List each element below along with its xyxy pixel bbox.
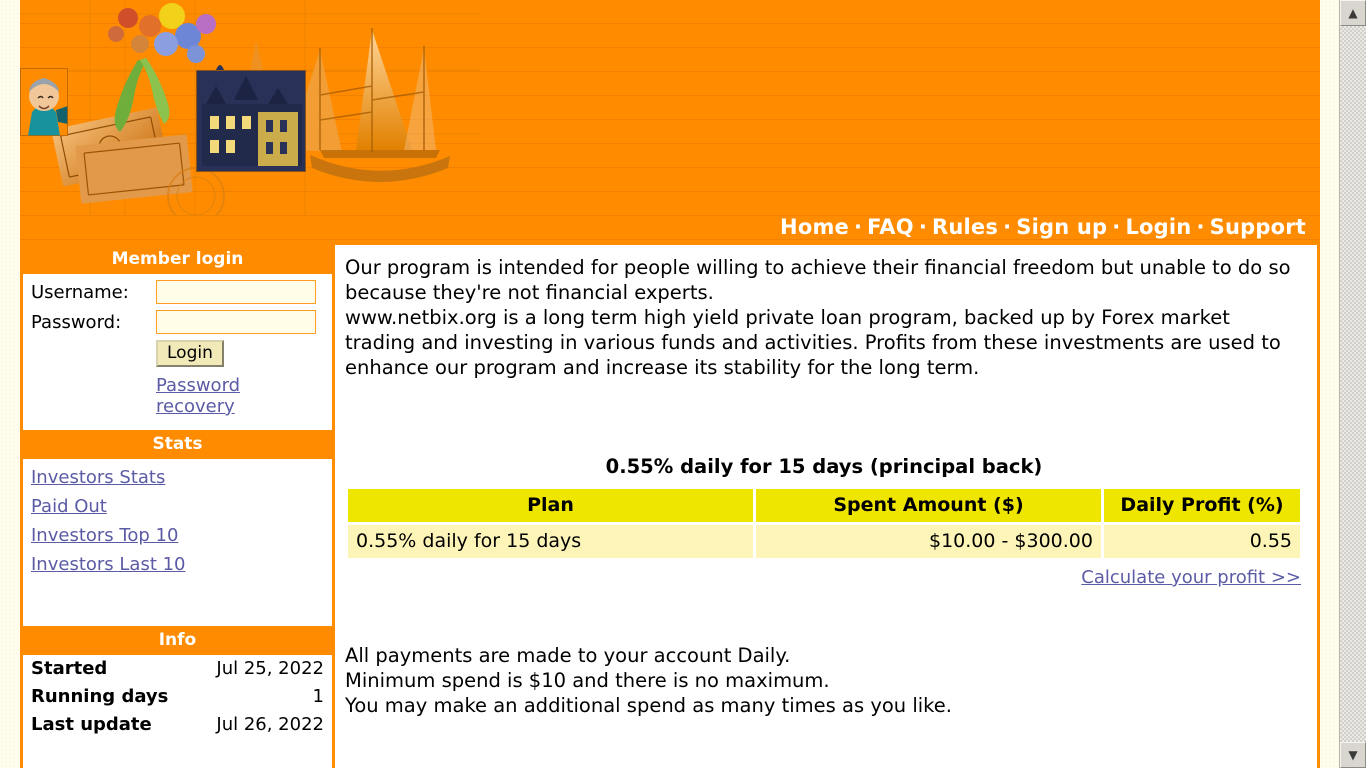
password-label: Password: <box>31 311 122 333</box>
sidebar-item-investors-top-10[interactable]: Investors Top 10 <box>31 525 324 546</box>
stats-panel: Stats Investors Stats Paid Out Investors… <box>23 427 332 623</box>
info-row: Last update Jul 26, 2022 <box>23 711 332 739</box>
info-label-running-days: Running days <box>31 686 169 707</box>
column-header-plan: Plan <box>348 489 753 522</box>
chevron-up-icon: ▲ <box>1348 6 1358 20</box>
nav-item-support[interactable]: Support <box>1210 215 1306 239</box>
member-login-panel: Member login Username: Password: Login P <box>23 245 332 427</box>
scroll-up-button[interactable]: ▲ <box>1340 0 1366 26</box>
info-label-last-update: Last update <box>31 714 152 735</box>
column-header-daily-profit: Daily Profit (%) <box>1104 489 1300 522</box>
calculate-profit-row: Calculate your profit >> <box>345 567 1303 588</box>
password-recovery-row: Password recovery <box>31 375 324 417</box>
info-value-started: Jul 25, 2022 <box>216 658 324 679</box>
plan-heading: 0.55% daily for 15 days (principal back) <box>605 455 1043 478</box>
scroll-down-button[interactable]: ▼ <box>1340 742 1366 768</box>
info-row: Running days 1 <box>23 683 332 711</box>
table-header-row: Plan Spent Amount ($) Daily Profit (%) <box>348 489 1300 522</box>
nav-item-rules[interactable]: Rules <box>932 215 998 239</box>
nav-separator: · <box>918 215 927 239</box>
login-button[interactable]: Login <box>156 340 224 367</box>
username-label: Username: <box>31 281 129 303</box>
member-login-body: Username: Password: Login Password recov… <box>23 274 332 427</box>
investment-plans-table: Plan Spent Amount ($) Daily Profit (%) 0… <box>345 486 1303 561</box>
nav-item-faq[interactable]: FAQ <box>867 215 914 239</box>
info-value-last-update: Jul 26, 2022 <box>216 714 324 735</box>
login-button-row: Login <box>31 340 324 367</box>
password-row: Password: <box>31 310 324 334</box>
site-container: Home · FAQ · Rules · Sign up · Login · Support Mem… <box>20 0 1320 768</box>
header-banner: Home · FAQ · Rules · Sign up · Login · Support <box>20 0 1320 245</box>
stats-body: Investors Stats Paid Out Investors Top 1… <box>23 459 332 623</box>
info-label-started: Started <box>31 658 108 679</box>
info-body: Started Jul 25, 2022 Running days 1 Last… <box>23 655 332 739</box>
nav-item-sign-up[interactable]: Sign up <box>1016 215 1107 239</box>
info-value-running-days: 1 <box>312 686 324 707</box>
cell-spent-amount: $10.00 - $300.00 <box>756 525 1101 558</box>
sidebar-item-paid-out[interactable]: Paid Out <box>31 496 324 517</box>
calculate-profit-link[interactable]: Calculate your profit >> <box>1081 567 1301 588</box>
nav-separator: · <box>853 215 863 239</box>
sidebar-item-investors-stats[interactable]: Investors Stats <box>31 467 324 488</box>
sidebar-item-investors-last-10[interactable]: Investors Last 10 <box>31 554 324 575</box>
nav-item-home[interactable]: Home <box>780 215 849 239</box>
main-navigation[interactable]: Home · FAQ · Rules · Sign up · Login · Support <box>780 215 1306 239</box>
page-layout: Member login Username: Password: Login P <box>20 245 1320 768</box>
vertical-scrollbar[interactable]: ▲ ▼ <box>1339 0 1366 768</box>
intro-paragraph: Our program is intended for people willi… <box>345 256 1291 379</box>
username-row: Username: <box>31 280 324 304</box>
password-input[interactable] <box>156 310 316 334</box>
main-content: Our program is intended for people willi… <box>335 245 1320 768</box>
info-row: Started Jul 25, 2022 <box>23 655 332 683</box>
chevron-down-icon: ▼ <box>1348 748 1358 762</box>
member-login-title: Member login <box>23 245 332 274</box>
terms-paragraph: All payments are made to your account Da… <box>345 644 952 717</box>
nav-item-login[interactable]: Login <box>1125 215 1191 239</box>
sidebar: Member login Username: Password: Login P <box>20 245 335 768</box>
info-panel: Info Started Jul 25, 2022 Running days 1… <box>23 623 332 739</box>
cell-daily-profit: 0.55 <box>1104 525 1300 558</box>
table-row: 0.55% daily for 15 days $10.00 - $300.00… <box>348 525 1300 558</box>
nav-separator: · <box>1196 215 1205 239</box>
cell-plan: 0.55% daily for 15 days <box>348 525 753 558</box>
info-title: Info <box>23 626 332 655</box>
password-recovery-link[interactable]: Password recovery <box>156 375 240 417</box>
username-input[interactable] <box>156 280 316 304</box>
banner-collage-artwork <box>20 0 480 215</box>
column-header-spent-amount: Spent Amount ($) <box>756 489 1101 522</box>
nav-separator: · <box>1003 215 1012 239</box>
stats-title: Stats <box>23 430 332 459</box>
nav-separator: · <box>1112 215 1121 239</box>
